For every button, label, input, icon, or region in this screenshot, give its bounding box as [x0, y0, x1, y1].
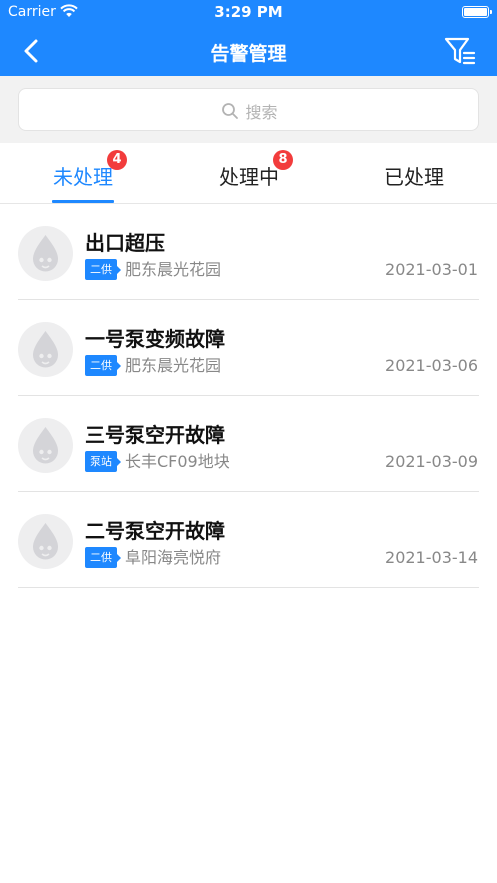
alarm-date: 2021-03-14: [385, 548, 478, 567]
category-tag: 二供: [85, 259, 121, 280]
tab-unprocessed[interactable]: 未处理 4: [0, 143, 166, 204]
status-time: 3:29 PM: [214, 3, 283, 21]
category-tag: 泵站: [85, 451, 121, 472]
alarm-location: 肥东晨光花园: [125, 260, 222, 279]
search-input[interactable]: 搜索: [18, 88, 479, 131]
search-placeholder: 搜索: [245, 102, 278, 122]
tab-processed[interactable]: 已处理: [331, 143, 497, 204]
page-title: 告警管理: [210, 43, 287, 65]
list-item[interactable]: 三号泵空开故障 泵站 长丰CF09地块 2021-03-09: [0, 396, 497, 492]
tab-label: 未处理 4: [53, 150, 127, 190]
active-tab-indicator: [52, 200, 114, 203]
water-drop-mascot-icon: [18, 226, 73, 281]
alarm-title: 二号泵空开故障: [85, 519, 225, 543]
alarm-location: 阜阳海亮悦府: [125, 548, 222, 567]
battery-icon: [462, 6, 492, 18]
count-badge: 4: [107, 150, 127, 170]
tab-processing[interactable]: 处理中 8: [166, 143, 332, 204]
list-item[interactable]: 出口超压 二供 肥东晨光花园 2021-03-01: [0, 204, 497, 300]
water-drop-mascot-icon: [18, 514, 73, 569]
alarm-location: 肥东晨光花园: [125, 356, 222, 375]
alarm-title: 一号泵变频故障: [85, 327, 225, 351]
category-tag: 二供: [85, 355, 121, 376]
alarm-title: 出口超压: [85, 231, 165, 255]
water-drop-mascot-icon: [18, 418, 73, 473]
category-tag: 二供: [85, 547, 121, 568]
nav-bar: Carrier 3:29 PM 告警管理: [0, 0, 497, 76]
search-area: 搜索: [0, 76, 497, 143]
alarm-date: 2021-03-09: [385, 452, 478, 471]
list-item[interactable]: 一号泵变频故障 二供 肥东晨光花园 2021-03-06: [0, 300, 497, 396]
status-tabs: 未处理 4 处理中 8 已处理: [0, 143, 497, 204]
count-badge: 8: [273, 150, 293, 170]
tab-label: 已处理: [384, 165, 444, 189]
tab-label: 处理中 8: [219, 150, 293, 190]
alarm-title: 三号泵空开故障: [85, 423, 225, 447]
search-icon: [222, 102, 239, 119]
water-drop-mascot-icon: [18, 322, 73, 377]
alarm-list: 出口超压 二供 肥东晨光花园 2021-03-01 一号泵变频故障 二供 肥东晨…: [0, 204, 497, 588]
alarm-date: 2021-03-06: [385, 356, 478, 375]
status-bar: Carrier 3:29 PM: [0, 0, 497, 26]
filter-list-icon: [444, 37, 476, 65]
filter-button[interactable]: [443, 34, 477, 68]
alarm-location: 长丰CF09地块: [125, 452, 230, 471]
list-item[interactable]: 二号泵空开故障 二供 阜阳海亮悦府 2021-03-14: [0, 492, 497, 588]
alarm-date: 2021-03-01: [385, 260, 478, 279]
